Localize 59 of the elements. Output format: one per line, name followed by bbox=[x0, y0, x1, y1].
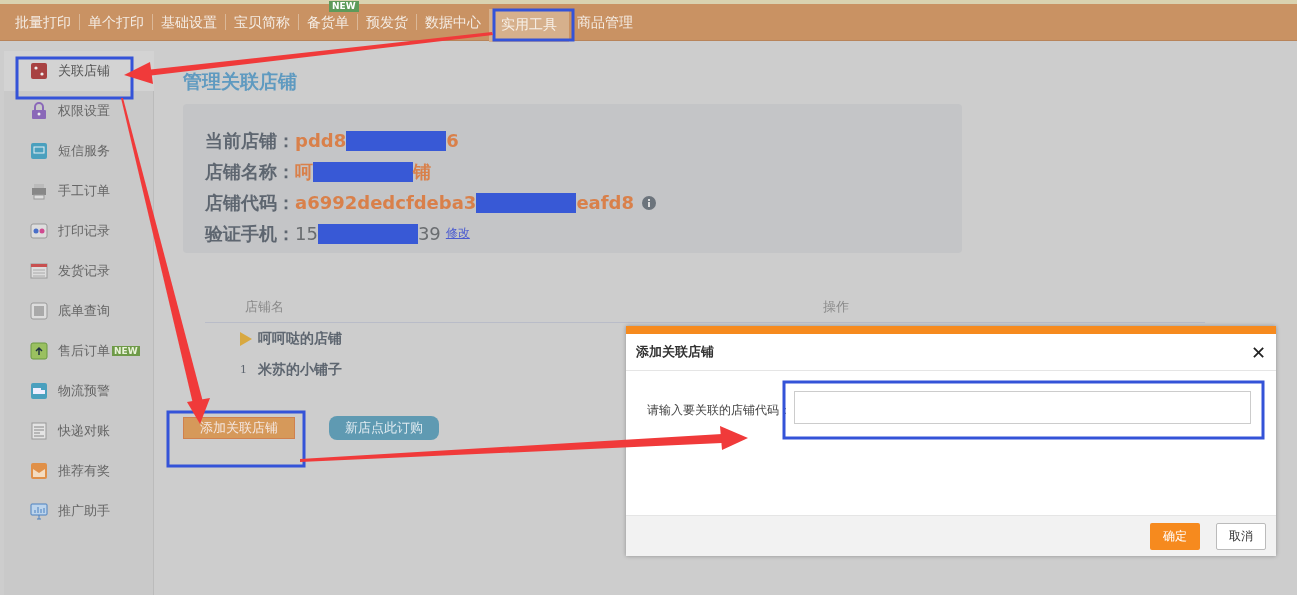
info-icon[interactable] bbox=[642, 195, 656, 210]
sidebar-item-icon bbox=[30, 62, 48, 80]
nav-tab[interactable]: 批量打印 bbox=[7, 7, 79, 37]
new-badge: NEW bbox=[329, 1, 359, 12]
field-value: 铺 bbox=[413, 159, 431, 184]
sidebar-item[interactable]: 底单查询 bbox=[4, 291, 153, 331]
sidebar-item[interactable]: 推广助手 bbox=[4, 491, 153, 531]
field-value: 15 bbox=[295, 223, 318, 244]
nav-tab[interactable]: 数据中心 bbox=[417, 7, 489, 37]
field-label: 验证手机： bbox=[205, 221, 295, 246]
nav-tab[interactable]: 商品管理 bbox=[569, 7, 641, 37]
sidebar-item-icon bbox=[30, 422, 48, 440]
sidebar-item[interactable]: 发货记录 bbox=[4, 251, 153, 291]
field-value: 6 bbox=[446, 130, 459, 151]
input-field[interactable] bbox=[794, 391, 1251, 424]
shop-name: 米苏的小铺子 bbox=[258, 360, 342, 379]
sidebar-item-icon bbox=[30, 502, 48, 520]
row-number: 1 bbox=[240, 363, 248, 376]
sidebar-item-icon bbox=[30, 182, 48, 200]
cancel-button[interactable]: 取消 bbox=[1216, 522, 1266, 550]
sidebar-item-icon bbox=[30, 262, 48, 280]
sidebar-item-icon bbox=[30, 342, 48, 360]
nav-tab[interactable]: 基础设置 bbox=[153, 7, 225, 37]
add-shop-button[interactable]: 添加关联店铺 bbox=[183, 417, 295, 439]
order-button[interactable]: 新店点此订购 bbox=[329, 416, 439, 440]
sidebar-item[interactable]: 权限设置 bbox=[4, 91, 153, 131]
field-value: pdd8 bbox=[295, 130, 347, 151]
close-button[interactable]: ✕ bbox=[1250, 341, 1266, 363]
field-label: 请输入要关联的店铺代码： bbox=[647, 402, 791, 419]
field-value: 呵 bbox=[295, 159, 313, 184]
new-badge: NEW bbox=[112, 346, 140, 356]
column-header: 店铺名 bbox=[245, 298, 285, 316]
sidebar-item[interactable]: 手工订单 bbox=[4, 171, 153, 211]
sidebar-item-icon bbox=[30, 102, 48, 120]
sidebar-item[interactable]: 推荐有奖 bbox=[4, 451, 153, 491]
sidebar-item-icon bbox=[30, 382, 48, 400]
field-label: 当前店铺： bbox=[205, 128, 295, 153]
sidebar-item[interactable]: 打印记录 bbox=[4, 211, 153, 251]
confirm-button[interactable]: 确定 bbox=[1150, 522, 1200, 550]
field-value: 39 bbox=[417, 223, 441, 244]
column-header: 操作 bbox=[823, 298, 849, 316]
sidebar-item-icon bbox=[30, 302, 48, 320]
sidebar-item[interactable]: 快递对账 bbox=[4, 411, 153, 451]
nav-tab[interactable]: 单个打印 bbox=[80, 7, 152, 37]
page-title: 管理关联店铺 bbox=[183, 69, 298, 94]
nav-tab[interactable]: 宝贝简称 bbox=[226, 7, 298, 37]
field-label: 店铺代码： bbox=[205, 190, 295, 215]
dialog-title: 添加关联店铺 bbox=[636, 343, 714, 361]
sidebar-item-icon bbox=[30, 462, 48, 480]
field-value: eafd8 bbox=[576, 192, 634, 213]
sidebar-item[interactable]: 物流预警 bbox=[4, 371, 153, 411]
sidebar-item[interactable]: 售后订单 NEW bbox=[4, 331, 153, 371]
shop-name: 呵呵哒的店铺 bbox=[258, 329, 342, 348]
sidebar-item-icon bbox=[30, 142, 48, 160]
sidebar-item-icon bbox=[30, 222, 48, 240]
nav-tab[interactable]: 预发货 bbox=[358, 7, 416, 37]
edit-link[interactable]: 修改 bbox=[445, 225, 470, 242]
field-label: 店铺名称： bbox=[205, 159, 295, 184]
field-value: a6992dedcfdeba3 bbox=[295, 192, 477, 213]
